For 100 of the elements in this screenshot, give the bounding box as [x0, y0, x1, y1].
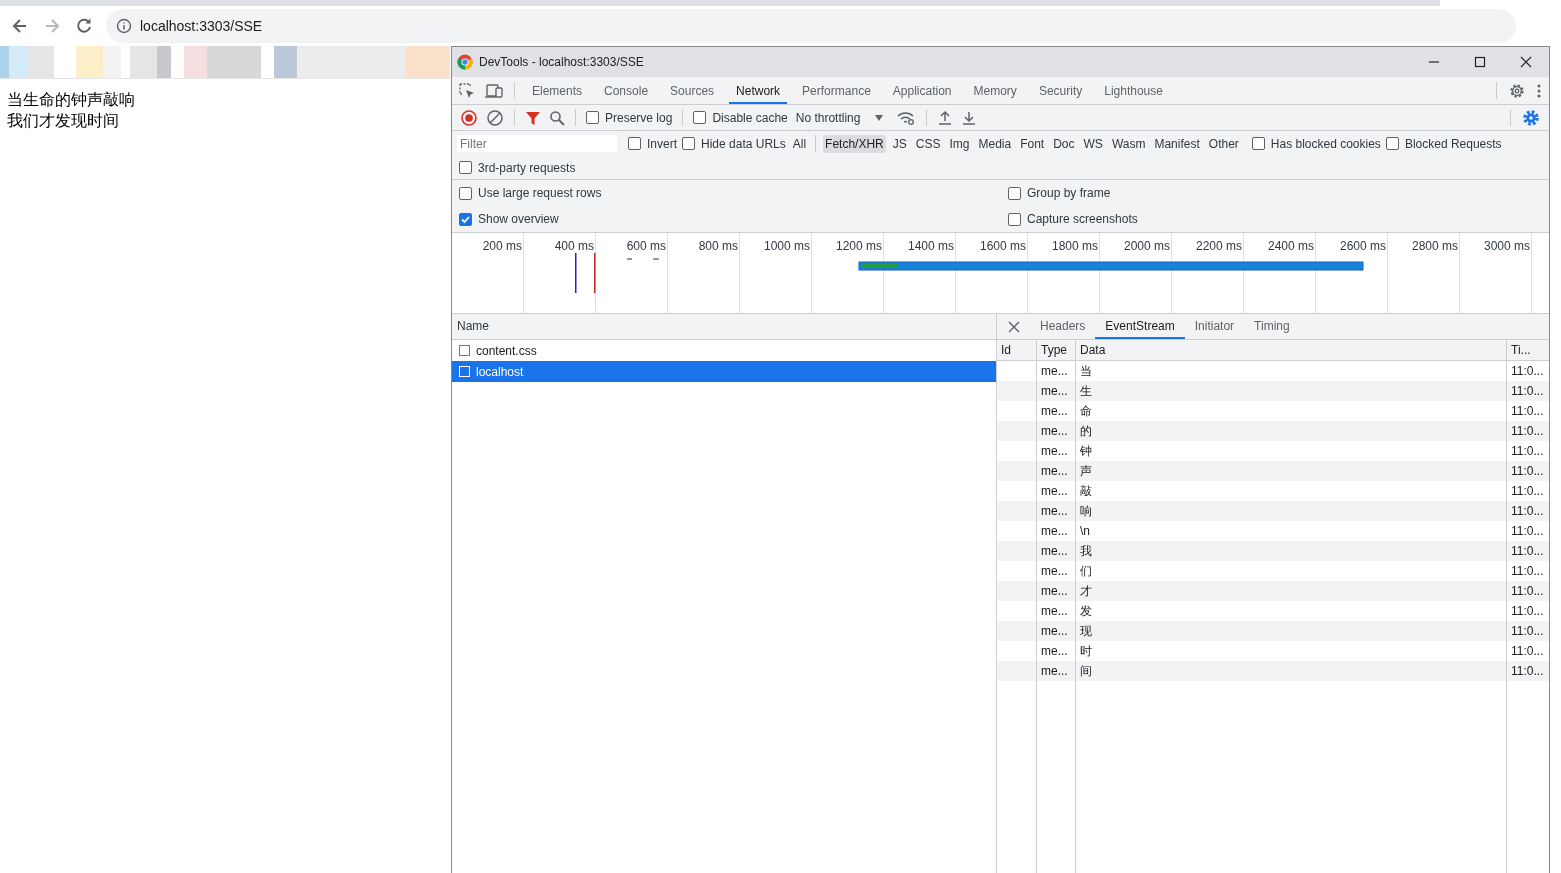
device-toolbar-icon[interactable]	[484, 81, 504, 100]
panel-tab[interactable]: Elements	[525, 77, 590, 104]
detail-tab[interactable]: Headers	[1030, 314, 1096, 339]
upload-icon[interactable]	[937, 109, 954, 126]
request-name[interactable]: content.css	[476, 343, 537, 358]
caret-icon	[874, 113, 885, 122]
type-filter[interactable]: Other	[1206, 134, 1241, 153]
type-filter[interactable]: WS	[1081, 134, 1105, 153]
download-icon[interactable]	[961, 109, 978, 126]
tick-label: 2200 ms	[1195, 239, 1242, 253]
request-row[interactable]: content.css	[452, 340, 996, 361]
table-cell-text: 11:0...	[1510, 403, 1545, 420]
checkbox-label[interactable]: Group by frame	[1027, 186, 1111, 200]
checkbox[interactable]	[1008, 186, 1021, 200]
throttling-dropdown[interactable]: No throttling	[795, 110, 885, 125]
tick-label: 400 ms	[554, 239, 594, 253]
checkbox[interactable]	[459, 186, 472, 200]
tick-label: 1200 ms	[835, 239, 882, 253]
checkbox[interactable]	[459, 212, 472, 226]
type-filter[interactable]: Fetch/XHR	[823, 134, 886, 153]
tick-label: 800 ms	[698, 239, 738, 253]
type-filter[interactable]: JS	[890, 134, 909, 153]
tick-label: 1600 ms	[979, 239, 1026, 253]
table-cell-text: 11:0...	[1510, 363, 1545, 380]
panel-tab[interactable]: Console	[597, 77, 656, 104]
page-text-line: 当生命的钟声敲响	[7, 90, 135, 110]
table-cell: 间	[1076, 661, 1507, 681]
table-cell-text: 11:0...	[1510, 623, 1545, 640]
table-cell-text: 11:0...	[1510, 483, 1545, 500]
checkbox[interactable]	[1385, 137, 1399, 150]
checkbox-label[interactable]: Use large request rows	[478, 186, 602, 200]
checkbox-label[interactable]: Disable cache	[712, 110, 788, 125]
panel-tab[interactable]: Network	[729, 77, 788, 104]
info-icon	[116, 18, 132, 34]
checkbox[interactable]	[693, 111, 707, 124]
tick-label: 1400 ms	[907, 239, 954, 253]
request-row[interactable]: localhost	[452, 361, 996, 382]
column-header: Ti...	[1510, 342, 1532, 359]
table-cell-text: 11:0...	[1510, 543, 1545, 560]
inspect-element-icon[interactable]	[458, 81, 476, 100]
type-filter[interactable]: Media	[976, 134, 1014, 153]
table-cell: 我	[1076, 541, 1507, 561]
type-filter[interactable]: Img	[947, 134, 972, 153]
detail-tab[interactable]: Initiator	[1184, 314, 1245, 339]
panel-tab[interactable]: Application	[885, 77, 959, 104]
table-cell: me...	[1037, 381, 1076, 401]
search-icon[interactable]	[549, 109, 565, 126]
checkbox[interactable]	[628, 137, 641, 150]
address-text[interactable]: localhost:3303/SSE	[140, 18, 263, 34]
type-filter[interactable]: Doc	[1051, 134, 1077, 153]
filter-input[interactable]: Filter	[457, 135, 617, 152]
table-cell-text: 11:0...	[1510, 523, 1545, 540]
panel-tab[interactable]: Security	[1031, 77, 1090, 104]
table-cell-text: 11:0...	[1510, 603, 1545, 620]
table-cell-text: 11:0...	[1510, 423, 1545, 440]
panel-tab[interactable]: Sources	[663, 77, 722, 104]
table-cell-text: 11:0...	[1510, 503, 1545, 520]
panel-tab[interactable]: Performance	[795, 77, 878, 104]
type-filter[interactable]: CSS	[913, 134, 943, 153]
type-filter[interactable]: All	[790, 134, 809, 153]
table-cell: me...	[1037, 581, 1076, 601]
filter-icon[interactable]	[525, 109, 541, 126]
table-cell: 的	[1076, 421, 1507, 441]
table-cell-text: 11:0...	[1510, 443, 1545, 460]
table-cell-text: 11:0...	[1510, 563, 1545, 580]
type-filter[interactable]: Manifest	[1152, 134, 1202, 153]
type-filter[interactable]: Wasm	[1109, 134, 1148, 153]
table-cell: 声	[1076, 461, 1507, 481]
detail-tab[interactable]: Timing	[1244, 314, 1300, 339]
table-cell: me...	[1037, 421, 1076, 441]
checkbox[interactable]	[1251, 137, 1265, 150]
record-icon[interactable]	[460, 108, 478, 127]
checkbox-label[interactable]: Has blocked cookies	[1270, 136, 1381, 151]
checkbox-label[interactable]: 3rd-party requests	[478, 160, 576, 175]
checkbox-label[interactable]: Capture screenshots	[1027, 212, 1138, 226]
checkbox-label[interactable]: Invert	[647, 136, 677, 151]
checkbox[interactable]	[1008, 212, 1021, 226]
tick-label: 3000 ms	[1483, 239, 1530, 253]
checkbox-label[interactable]: Show overview	[478, 212, 559, 226]
tick-label: 2000 ms	[1123, 239, 1170, 253]
request-name[interactable]: localhost	[476, 364, 524, 379]
column-header: Name	[452, 314, 996, 340]
checkbox-label[interactable]: Preserve log	[605, 110, 673, 125]
panel-tab[interactable]: Memory	[966, 77, 1024, 104]
type-filter[interactable]: Font	[1018, 134, 1047, 153]
tick-label: 1000 ms	[763, 239, 810, 253]
address-bar[interactable]: localhost:3303/SSE	[106, 9, 1516, 43]
table-cell: me...	[1037, 541, 1076, 561]
checkbox[interactable]	[459, 161, 472, 174]
network-conditions-icon[interactable]	[896, 109, 917, 126]
table-cell: me...	[1037, 661, 1076, 681]
column-header: Data	[1076, 340, 1507, 360]
checkbox-label[interactable]: Hide data URLs	[701, 136, 786, 151]
panel-tab[interactable]: Lighthouse	[1097, 77, 1170, 104]
reload-icon[interactable]	[74, 16, 94, 36]
clear-icon[interactable]	[486, 108, 504, 127]
checkbox[interactable]	[682, 137, 695, 150]
table-cell: 现	[1076, 621, 1507, 641]
checkbox[interactable]	[586, 111, 599, 124]
checkbox-label[interactable]: Blocked Requests	[1404, 136, 1502, 151]
